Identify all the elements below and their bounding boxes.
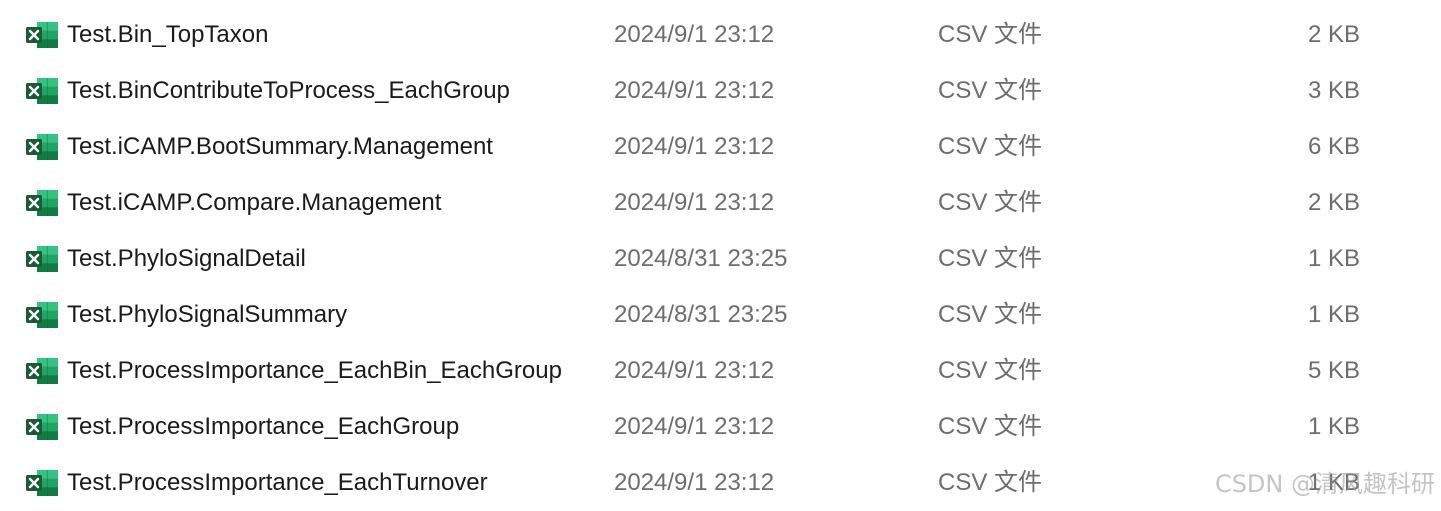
file-size: 5 KB bbox=[1307, 357, 1360, 384]
file-date-modified: 2024/9/1 23:12 bbox=[614, 133, 775, 160]
file-size: 2 KB bbox=[1307, 21, 1360, 48]
excel-csv-icon bbox=[25, 469, 59, 497]
file-row[interactable]: Test.iCAMP.Compare.Management 2024/9/1 2… bbox=[0, 175, 1441, 231]
file-row[interactable]: Test.ProcessImportance_EachGroup 2024/9/… bbox=[0, 399, 1441, 455]
file-name[interactable]: Test.PhyloSignalDetail bbox=[67, 244, 306, 274]
watermark: CSDN @清风趣科研 bbox=[1214, 470, 1435, 498]
file-name[interactable]: Test.ProcessImportance_EachTurnover bbox=[67, 468, 488, 498]
file-date-modified: 2024/9/1 23:12 bbox=[614, 413, 775, 440]
file-type: CSV 文件 bbox=[938, 21, 1043, 48]
file-date-modified: 2024/9/1 23:12 bbox=[614, 77, 775, 104]
file-date-modified: 2024/8/31 23:25 bbox=[614, 301, 788, 328]
file-type: CSV 文件 bbox=[938, 133, 1043, 160]
file-name[interactable]: Test.BinContributeToProcess_EachGroup bbox=[67, 76, 510, 106]
file-size: 2 KB bbox=[1307, 189, 1360, 216]
file-type: CSV 文件 bbox=[938, 469, 1043, 496]
file-row[interactable]: Test.BinContributeToProcess_EachGroup 20… bbox=[0, 63, 1441, 119]
file-row[interactable]: Test.Bin_TopTaxon 2024/9/1 23:12 CSV 文件 … bbox=[0, 7, 1441, 63]
file-size: 3 KB bbox=[1307, 77, 1360, 104]
file-name[interactable]: Test.Bin_TopTaxon bbox=[67, 20, 268, 50]
file-size: 1 KB bbox=[1307, 413, 1360, 440]
excel-csv-icon bbox=[25, 189, 59, 217]
excel-csv-icon bbox=[25, 77, 59, 105]
file-row[interactable]: Test.PhyloSignalSummary 2024/8/31 23:25 … bbox=[0, 287, 1441, 343]
file-row[interactable]: Test.PhyloSignalDetail 2024/8/31 23:25 C… bbox=[0, 231, 1441, 287]
file-list: Test.Bin_TopTaxon 2024/9/1 23:12 CSV 文件 … bbox=[0, 7, 1441, 511]
file-date-modified: 2024/9/1 23:12 bbox=[614, 21, 775, 48]
file-type: CSV 文件 bbox=[938, 301, 1043, 328]
file-name[interactable]: Test.iCAMP.Compare.Management bbox=[67, 188, 441, 218]
file-row[interactable]: Test.ProcessImportance_EachBin_EachGroup… bbox=[0, 343, 1441, 399]
file-date-modified: 2024/9/1 23:12 bbox=[614, 357, 775, 384]
file-name[interactable]: Test.iCAMP.BootSummary.Management bbox=[67, 132, 493, 162]
excel-csv-icon bbox=[25, 245, 59, 273]
excel-csv-icon bbox=[25, 133, 59, 161]
file-row[interactable]: Test.iCAMP.BootSummary.Management 2024/9… bbox=[0, 119, 1441, 175]
file-date-modified: 2024/9/1 23:12 bbox=[614, 189, 775, 216]
file-type: CSV 文件 bbox=[938, 357, 1043, 384]
file-size: 1 KB bbox=[1307, 245, 1360, 272]
excel-csv-icon bbox=[25, 413, 59, 441]
file-type: CSV 文件 bbox=[938, 245, 1043, 272]
excel-csv-icon bbox=[25, 301, 59, 329]
excel-csv-icon bbox=[25, 357, 59, 385]
file-size: 1 KB bbox=[1307, 301, 1360, 328]
excel-csv-icon bbox=[25, 21, 59, 49]
file-name[interactable]: Test.ProcessImportance_EachGroup bbox=[67, 412, 459, 442]
file-type: CSV 文件 bbox=[938, 413, 1043, 440]
file-name[interactable]: Test.ProcessImportance_EachBin_EachGroup bbox=[67, 356, 562, 386]
file-name[interactable]: Test.PhyloSignalSummary bbox=[67, 300, 347, 330]
file-size: 6 KB bbox=[1307, 133, 1360, 160]
file-type: CSV 文件 bbox=[938, 189, 1043, 216]
file-date-modified: 2024/8/31 23:25 bbox=[614, 245, 788, 272]
file-date-modified: 2024/9/1 23:12 bbox=[614, 469, 775, 496]
file-type: CSV 文件 bbox=[938, 77, 1043, 104]
